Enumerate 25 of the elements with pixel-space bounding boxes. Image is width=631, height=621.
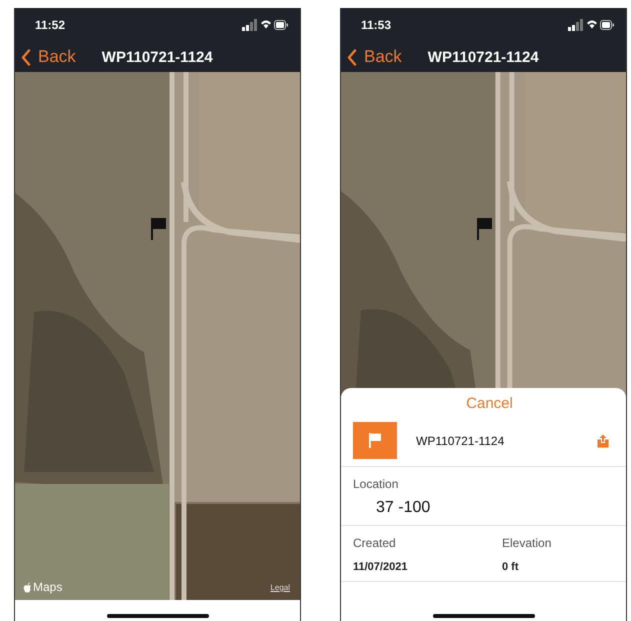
status-time: 11:52 (35, 18, 66, 32)
nav-title: WP110721-1124 (102, 48, 213, 66)
legal-link[interactable]: Legal (270, 583, 290, 592)
back-button[interactable]: Back (21, 47, 76, 67)
flag-icon (151, 218, 166, 240)
flag-icon (477, 218, 492, 240)
share-icon (597, 434, 609, 448)
waypoint-name: WP110721-1124 (416, 434, 506, 448)
chevron-left-icon (21, 48, 31, 66)
back-button[interactable]: Back (347, 47, 402, 67)
field-label: Elevation (502, 536, 552, 550)
maps-label: Maps (33, 580, 62, 594)
share-button[interactable] (597, 434, 609, 448)
status-time: 11:53 (361, 18, 392, 32)
field-value: 0 ft (502, 561, 520, 573)
field-label: Created (353, 536, 397, 550)
status-icons-drawing (242, 19, 288, 31)
flag-icon (369, 433, 381, 448)
location-value: 37 -100 (376, 499, 432, 517)
status-icons-drawing (568, 19, 614, 31)
apple-logo-icon (23, 582, 32, 592)
chevron-left-icon (347, 48, 357, 66)
location-label: Location (353, 477, 400, 491)
nav-title: WP110721-1124 (428, 48, 539, 66)
field-value: 11/07/2021 (353, 561, 408, 573)
